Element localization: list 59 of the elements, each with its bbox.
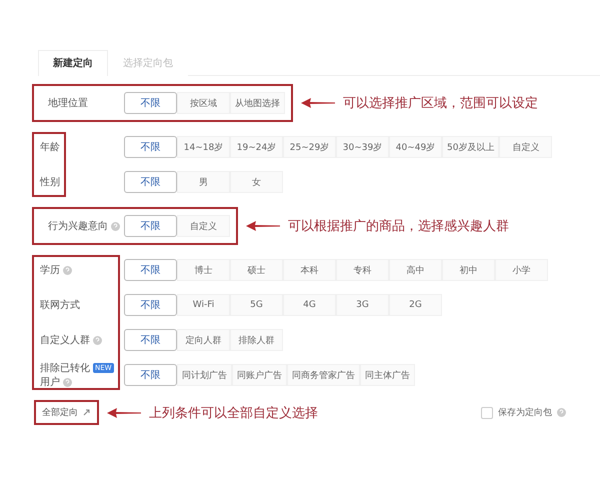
option-button[interactable]: 不限 <box>124 364 177 386</box>
tab[interactable]: 新建定向 <box>38 50 108 76</box>
option-button[interactable]: 同主体广告 <box>360 364 415 386</box>
option-button[interactable]: 自定义 <box>177 215 230 237</box>
option-button[interactable]: 男 <box>177 171 230 193</box>
option-button[interactable]: 排除人群 <box>230 329 283 351</box>
option-button[interactable]: 5G <box>230 294 283 316</box>
option-button[interactable]: 按区域 <box>177 92 230 114</box>
option-button[interactable]: 高中 <box>389 259 442 281</box>
option-button[interactable]: 50岁及以上 <box>442 136 500 158</box>
option-button[interactable]: 同账户广告 <box>232 364 287 386</box>
option-button[interactable]: 自定义 <box>499 136 552 158</box>
option-button[interactable]: 小学 <box>495 259 548 281</box>
arrow-icon <box>246 221 280 231</box>
annotation-text: 上列条件可以全部自定义选择 <box>149 404 318 422</box>
checkbox[interactable] <box>481 406 493 418</box>
checkbox-label: 保存为定向包 <box>498 406 552 419</box>
option-button[interactable]: 同计划广告 <box>177 364 232 386</box>
option-button[interactable]: 不限 <box>124 136 177 158</box>
option-button[interactable]: 不限 <box>124 92 177 114</box>
option-button[interactable]: 不限 <box>124 171 177 193</box>
option-button[interactable]: 4G <box>283 294 336 316</box>
option-button[interactable]: 同商务管家广告 <box>287 364 360 386</box>
option-button[interactable]: 女 <box>230 171 283 193</box>
option-button[interactable]: 不限 <box>124 259 177 281</box>
option-button[interactable]: 不限 <box>124 329 177 351</box>
option-button[interactable]: 40~49岁 <box>389 136 442 158</box>
field-label: 学历 <box>40 264 60 277</box>
annotation-text: 可以根据推广的商品，选择感兴趣人群 <box>288 218 509 235</box>
option-button[interactable]: 本科 <box>283 259 336 281</box>
option-button[interactable]: 硕士 <box>230 259 283 281</box>
option-button[interactable]: 从地图选择 <box>230 92 285 114</box>
field-label: 自定义人群 <box>40 334 90 347</box>
option-button[interactable]: Wi-Fi <box>177 294 230 316</box>
field-label: 地理位置 <box>48 96 88 110</box>
option-button[interactable]: 专科 <box>336 259 389 281</box>
link-icon <box>82 408 91 417</box>
all-targeting-link[interactable]: 全部定向 <box>34 400 99 425</box>
field-label: 年龄 <box>40 140 60 154</box>
option-button[interactable]: 博士 <box>177 259 230 281</box>
arrow-icon <box>107 408 141 418</box>
option-button[interactable]: 初中 <box>442 259 495 281</box>
field-label: 行为兴趣意向 <box>48 220 108 233</box>
field-label: 性别 <box>40 176 60 189</box>
option-button[interactable]: 30~39岁 <box>336 136 389 158</box>
annotation-text: 可以选择推广区域，范围可以设定 <box>343 95 538 112</box>
help-icon <box>557 408 566 417</box>
field-label: 排除已转化 <box>40 362 90 375</box>
option-button[interactable]: 2G <box>389 294 442 316</box>
arrow-icon <box>301 98 335 108</box>
option-button[interactable]: 不限 <box>124 215 177 237</box>
field-label: 用户 <box>40 376 60 389</box>
field-label: 联网方式 <box>40 298 80 312</box>
option-button[interactable]: 定向人群 <box>177 329 230 351</box>
option-button[interactable]: 不限 <box>124 294 177 316</box>
option-button[interactable]: 19~24岁 <box>230 136 283 158</box>
option-button[interactable]: 3G <box>336 294 389 316</box>
option-button[interactable]: 25~29岁 <box>283 136 336 158</box>
option-button[interactable]: 14~18岁 <box>177 136 230 158</box>
